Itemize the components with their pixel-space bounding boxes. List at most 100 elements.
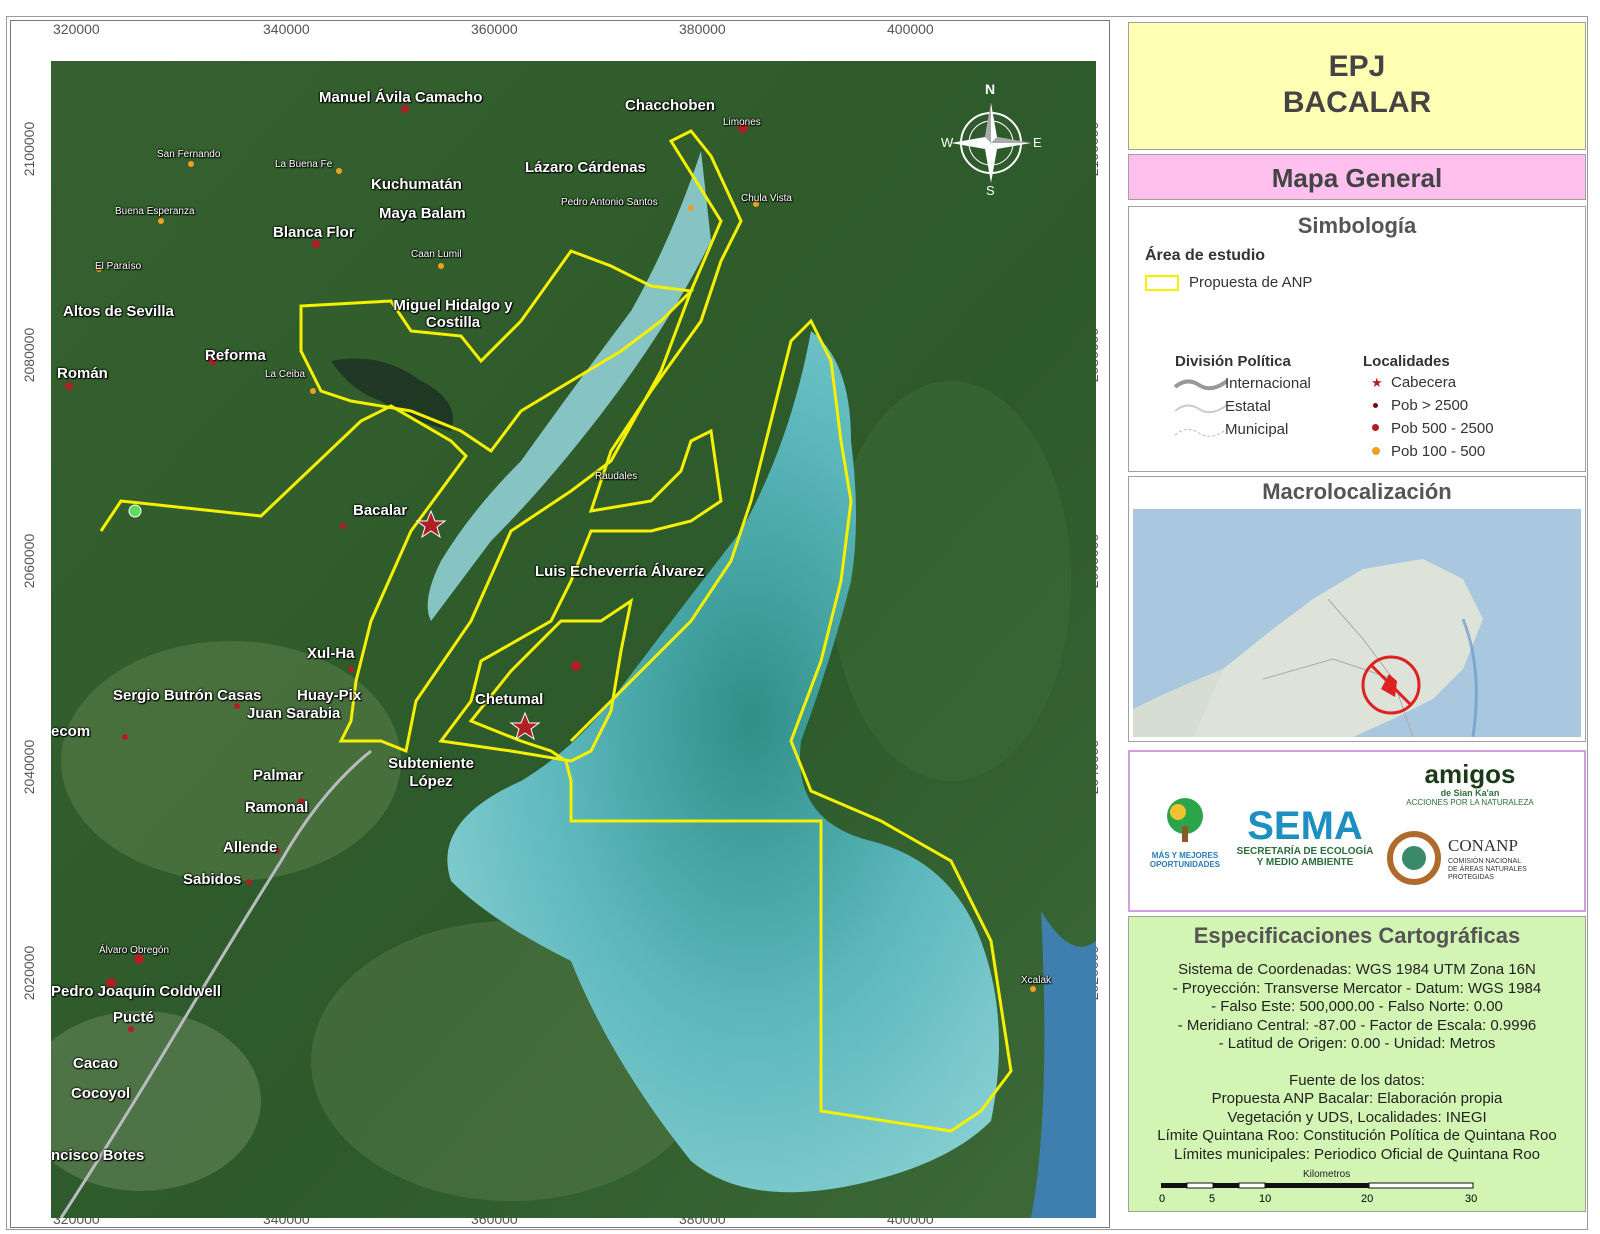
place-label: Cocoyol [71, 1085, 131, 1102]
highlight-point[interactable] [128, 504, 142, 518]
y-tick-left: 2060000 [21, 533, 37, 589]
politics-item: Municipal [1225, 421, 1289, 438]
amigos-tag: ACCIONES POR LA NATURALEZA [1406, 798, 1534, 807]
scale-tick: 30 [1465, 1193, 1478, 1205]
compass-south: S [986, 183, 995, 198]
locality-item: Pob 100 - 500 [1391, 443, 1486, 460]
place-label: Huay-Pix [297, 687, 362, 704]
amigos-logo: amigos de Sian Ka'an ACCIONES POR LA NAT… [1370, 760, 1570, 807]
politics-heading: División Política [1175, 353, 1291, 370]
place-label: Chetumal [475, 691, 544, 708]
place-label: Cacao [73, 1055, 119, 1072]
conanp-line-3: PROTEGIDAS [1448, 874, 1494, 881]
map-frame: 320000 340000 360000 380000 400000 32000… [10, 20, 1110, 1228]
spec-line: - Latitud de Origen: 0.00 - Unidad: Metr… [1218, 1035, 1496, 1052]
place-label: Chacchoben [625, 97, 716, 114]
title-line-2: BACALAR [1282, 86, 1432, 119]
y-tick-left: 2020000 [21, 945, 37, 1001]
place-label: Juan Sarabia [247, 705, 341, 722]
place-label: Sergio Butrón Casas [113, 687, 262, 704]
place-label: Álvaro Obregón [99, 945, 170, 956]
place-label: Manuel Ávila Camacho [319, 89, 483, 106]
place-label: Buena Esperanza [115, 206, 195, 217]
place-label: Xcalak [1021, 975, 1052, 986]
place-label: Maya Balam [379, 205, 466, 222]
place-label: Reforma [205, 347, 266, 364]
mas-line-2: OPORTUNIDADES [1149, 860, 1221, 869]
place-label: La Ceiba [265, 369, 306, 380]
scale-bar-graphic [1161, 1182, 1474, 1189]
compass-east: E [1033, 135, 1042, 150]
scale-tick: 0 [1159, 1193, 1166, 1205]
place-label: ecom [51, 723, 91, 740]
spec-line: Sistema de Coordenadas: WGS 1984 UTM Zon… [1178, 961, 1536, 978]
x-tick-top: 320000 [53, 21, 100, 37]
conanp-line-1: COMISIÓN NACIONAL [1448, 858, 1522, 865]
source-line: Propuesta ANP Bacalar: Elaboración propi… [1211, 1090, 1503, 1107]
tree-logo-icon [1167, 798, 1203, 842]
spec-heading: Especificaciones Cartográficas [1193, 923, 1521, 948]
conanp-name: CONANP [1448, 836, 1518, 855]
place-label: Miguel Hidalgo y Costilla [393, 297, 513, 331]
place-label: Pedro Joaquín Coldwell [51, 983, 222, 1000]
cabecera-star-icon: ★ [1371, 375, 1383, 390]
politics-item: Internacional [1225, 375, 1311, 392]
source-line: Límite Quintana Roo: Constitución Políti… [1157, 1127, 1557, 1144]
place-label: Lázaro Cárdenas [525, 159, 646, 176]
politics-swatches [1173, 379, 1229, 437]
x-tick-top: 380000 [679, 21, 726, 37]
place-label: Xul-Ha [307, 645, 355, 662]
forest-patch [831, 381, 1071, 781]
place-label: ncisco Botes [51, 1147, 145, 1164]
spec-panel: Especificaciones Cartográficas Sistema d… [1128, 916, 1586, 1212]
place-label: Bacalar [353, 502, 408, 519]
anp-swatch [1145, 275, 1179, 291]
place-label: Sabidos [183, 871, 242, 888]
spec-line: - Meridiano Central: -87.00 - Factor de … [1177, 1016, 1537, 1034]
place-label: Allende [223, 839, 278, 856]
compass-rose: N S W E [941, 81, 1042, 201]
place-label: Ramonal [245, 799, 309, 816]
place-label: Palmar [253, 767, 304, 784]
macro-map[interactable] [1133, 509, 1581, 737]
locality-item: Cabecera [1391, 374, 1457, 391]
scale-tick: 5 [1209, 1193, 1216, 1205]
satellite-map[interactable]: Manuel Ávila Camacho Chacchoben Limones … [51, 61, 1096, 1218]
spec-line: - Falso Este: 500,000.00 - Falso Norte: … [1211, 998, 1503, 1015]
x-tick-top: 360000 [471, 21, 518, 37]
place-label: Román [57, 365, 108, 382]
place-label: Kuchumatán [371, 176, 462, 193]
sema-name: SEMA [1247, 804, 1363, 848]
map-canvas [51, 61, 1096, 1218]
spec-line: - Proyección: Transverse Mercator - Datu… [1172, 979, 1542, 997]
study-area-label: Área de estudio [1145, 247, 1266, 264]
source-line: Fuente de los datos: [1289, 1071, 1425, 1089]
subtitle-panel: Mapa General [1128, 154, 1586, 200]
scale-tick: 10 [1259, 1193, 1272, 1205]
sema-logo: SEMA SECRETARÍA DE ECOLOGÍA Y MEDIO AMBI… [1230, 806, 1380, 868]
mas-line-1: MÁS Y MEJORES [1151, 851, 1219, 860]
place-label: La Buena Fe [275, 159, 333, 170]
macro-heading: Macrolocalización [1262, 479, 1452, 504]
source-line: Vegetación y UDS, Localidades: INEGI [1227, 1108, 1487, 1126]
dot-large-icon [1373, 403, 1378, 408]
title-panel: EPJ BACALAR [1128, 22, 1586, 150]
dot-medium-icon [1372, 424, 1379, 431]
x-tick-top: 400000 [887, 21, 934, 37]
y-tick-left: 2080000 [21, 327, 37, 383]
place-label: Subteniente López [388, 755, 474, 790]
anp-label: Propuesta de ANP [1189, 274, 1313, 291]
x-tick-top: 340000 [263, 21, 310, 37]
legend-heading: Simbología [1297, 213, 1417, 238]
amigos-sub: de Sian Ka'an [1440, 788, 1500, 798]
legend-panel: Simbología Área de estudio Propuesta de … [1128, 206, 1586, 472]
place-label: Blanca Flor [273, 224, 355, 241]
conanp-line-2: DE ÁREAS NATURALES [1448, 866, 1527, 873]
source-line: Límites municipales: Periodico Oficial d… [1173, 1145, 1540, 1163]
mas-logo: MÁS Y MEJORES OPORTUNIDADES [1142, 796, 1228, 869]
logos-panel: MÁS Y MEJORES OPORTUNIDADES SEMA SECRETA… [1128, 750, 1586, 912]
compass-west: W [941, 135, 954, 150]
locality-item: Pob > 2500 [1391, 397, 1469, 414]
y-tick-left: 2100000 [21, 121, 37, 177]
place-label: El Paraíso [95, 261, 142, 272]
